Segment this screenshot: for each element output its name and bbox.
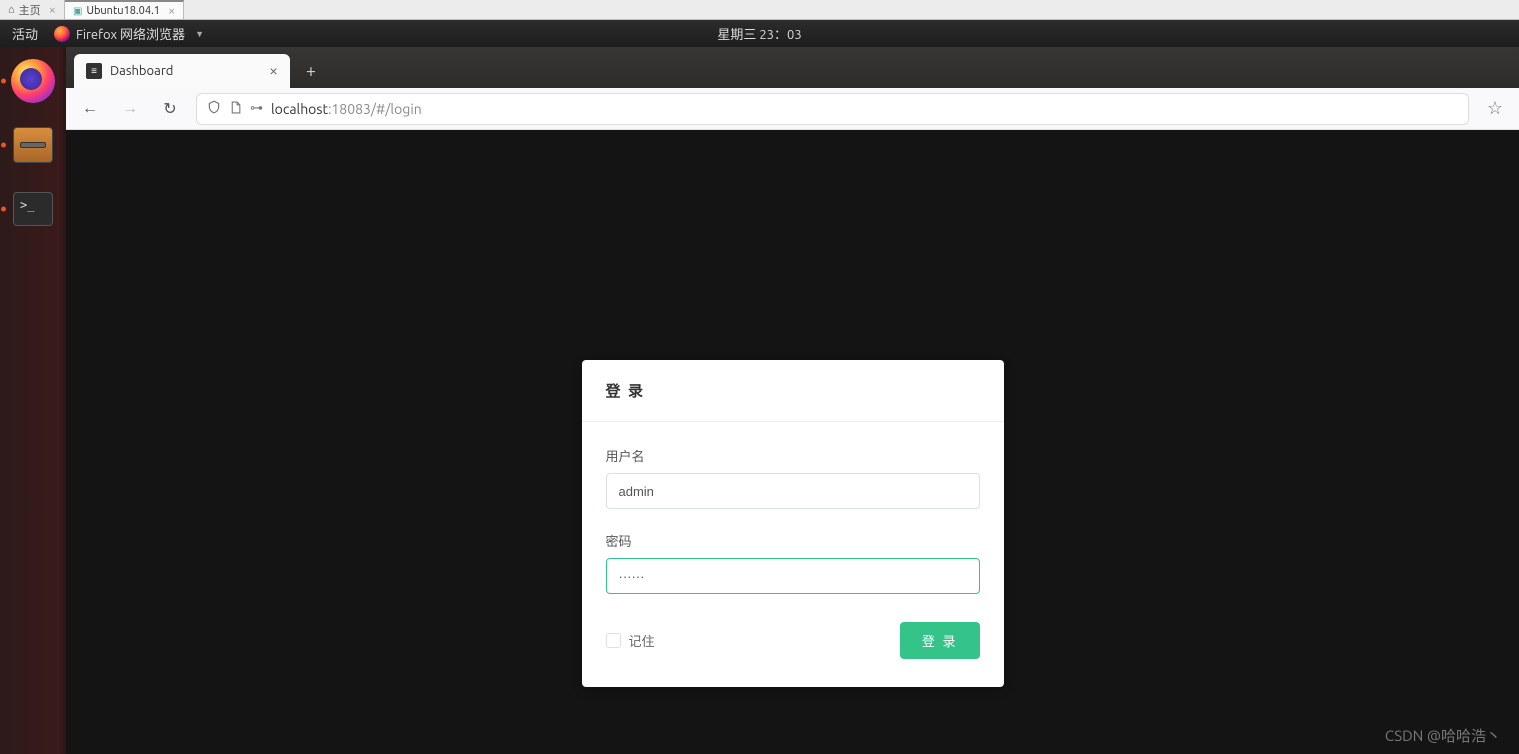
- app-menu[interactable]: Firefox 网络浏览器 ▼: [54, 24, 204, 43]
- home-icon: ⌂: [8, 4, 15, 16]
- username-input[interactable]: [606, 473, 980, 509]
- vm-tab-home[interactable]: ⌂ 主页 ×: [0, 0, 65, 19]
- reload-icon: ↻: [163, 99, 176, 118]
- activities-button[interactable]: 活动: [12, 24, 38, 43]
- remember-checkbox[interactable]: [606, 633, 621, 648]
- vm-tab-home-label: 主页: [19, 2, 41, 18]
- password-input[interactable]: [606, 558, 980, 594]
- key-icon: ⊶: [250, 101, 263, 116]
- monitor-icon: ▣: [73, 5, 82, 17]
- login-button-label: 登 录: [922, 634, 958, 649]
- arrow-left-icon: ←: [82, 99, 98, 118]
- browser-tab-title: Dashboard: [110, 64, 173, 78]
- login-body: 用户名 密码 记住 登 录: [582, 422, 1004, 687]
- url-host: localhost: [271, 101, 328, 117]
- dock: >_: [0, 47, 66, 754]
- star-icon: ☆: [1487, 98, 1503, 118]
- username-label: 用户名: [606, 446, 980, 465]
- username-group: 用户名: [606, 446, 980, 509]
- close-icon[interactable]: ×: [269, 62, 278, 80]
- password-group: 密码: [606, 531, 980, 594]
- dock-item-terminal[interactable]: >_: [9, 185, 57, 233]
- reload-button[interactable]: ↻: [156, 95, 184, 123]
- login-card: 登 录 用户名 密码 记住: [582, 360, 1004, 687]
- gnome-top-bar: 活动 Firefox 网络浏览器 ▼ 星期三 23：03: [0, 20, 1519, 47]
- close-icon[interactable]: ×: [49, 3, 56, 17]
- browser-tab[interactable]: ≡ Dashboard ×: [74, 54, 290, 88]
- browser-tab-strip: ≡ Dashboard × +: [66, 47, 1519, 88]
- new-tab-button[interactable]: +: [296, 56, 326, 86]
- desktop: >_ ≡ Dashboard × + ← → ↻: [0, 47, 1519, 754]
- close-icon[interactable]: ×: [168, 4, 175, 18]
- arrow-right-icon: →: [122, 99, 138, 118]
- browser-window: ≡ Dashboard × + ← → ↻: [66, 47, 1519, 754]
- url-path: :18083/#/login: [328, 101, 422, 117]
- page-content: 登 录 用户名 密码 记住: [66, 130, 1519, 754]
- app-menu-label: Firefox 网络浏览器: [76, 24, 185, 43]
- clock[interactable]: 星期三 23：03: [717, 24, 801, 43]
- clock-text: 星期三 23：03: [717, 28, 801, 42]
- page-icon: [229, 101, 242, 117]
- remember-group: 记住: [606, 631, 655, 650]
- url-input[interactable]: ⊶ localhost:18083/#/login: [196, 93, 1469, 125]
- dashboard-favicon: ≡: [86, 63, 102, 79]
- watermark: CSDN @哈哈浩丶: [1385, 725, 1501, 746]
- forward-button[interactable]: →: [116, 95, 144, 123]
- terminal-icon: >_: [13, 192, 53, 226]
- dock-item-firefox[interactable]: [9, 57, 57, 105]
- firefox-icon: [11, 59, 55, 103]
- remember-label: 记住: [629, 631, 655, 650]
- files-icon: [13, 127, 53, 163]
- back-button[interactable]: ←: [76, 95, 104, 123]
- chevron-down-icon: ▼: [195, 29, 204, 39]
- vm-host-tab-bar: ⌂ 主页 × ▣ Ubuntu18.04.1 ×: [0, 0, 1519, 20]
- vm-tab-guest[interactable]: ▣ Ubuntu18.04.1 ×: [65, 0, 184, 19]
- dock-item-files[interactable]: [9, 121, 57, 169]
- shield-icon: [207, 100, 221, 117]
- firefox-icon: [54, 26, 70, 42]
- password-label: 密码: [606, 531, 980, 550]
- login-footer: 记住 登 录: [606, 622, 980, 659]
- bookmark-button[interactable]: ☆: [1481, 98, 1509, 119]
- login-button[interactable]: 登 录: [900, 622, 980, 659]
- login-title: 登 录: [582, 360, 1004, 422]
- plus-icon: +: [306, 61, 316, 81]
- vm-tab-guest-label: Ubuntu18.04.1: [86, 5, 160, 17]
- activities-label: 活动: [12, 28, 38, 42]
- address-bar: ← → ↻ ⊶ localhost:18083/#/login: [66, 88, 1519, 130]
- url-text: localhost:18083/#/login: [271, 101, 422, 117]
